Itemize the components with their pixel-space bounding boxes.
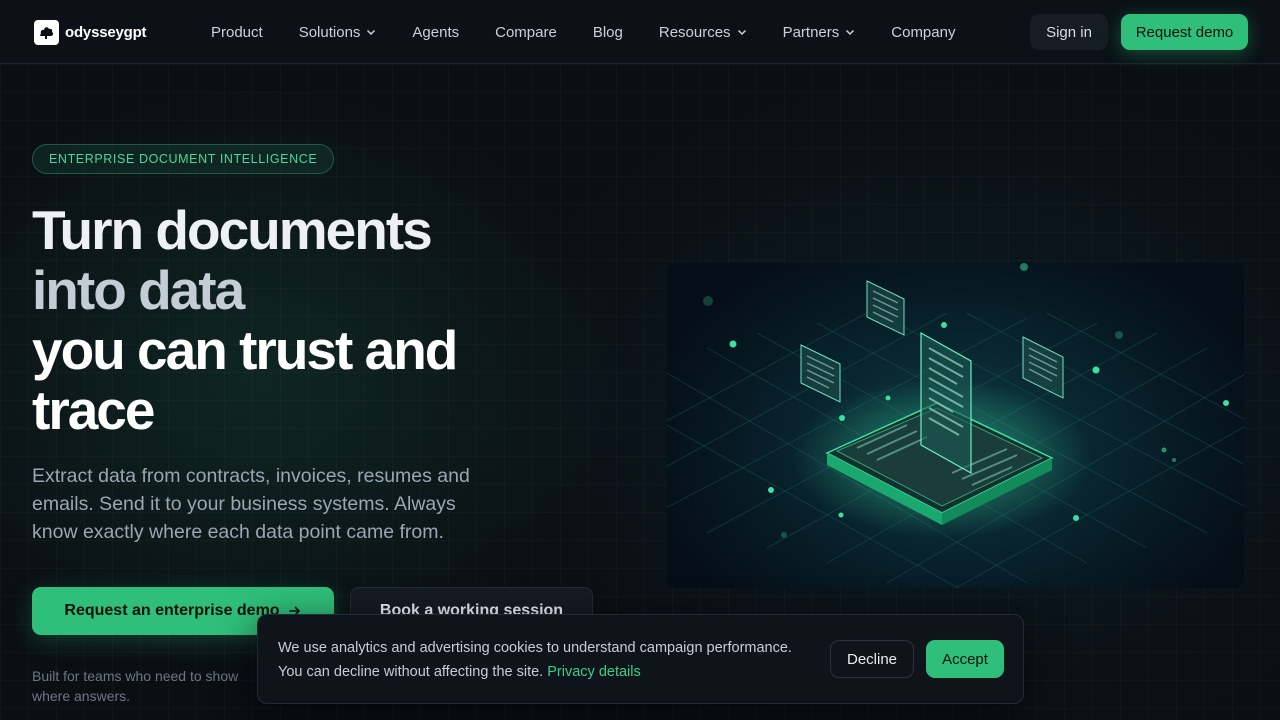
nav-item-product[interactable]: Product	[211, 24, 263, 41]
accept-button[interactable]: Accept	[926, 640, 1004, 678]
nav-links: Product Solutions Agents Compare Blog Re…	[211, 0, 991, 64]
logo-mark-icon	[34, 20, 59, 45]
nav-item-label: Partners	[782, 23, 840, 41]
nav-item-blog[interactable]: Blog	[593, 24, 623, 41]
headline-line-2: into data	[32, 259, 245, 321]
hero-subtext: Extract data from contracts, invoices, r…	[32, 465, 470, 543]
nav-item-label: Agents	[412, 23, 460, 41]
nav-item-label: Blog	[592, 23, 623, 41]
logo-text: odysseygpt	[65, 24, 147, 41]
nav-item-compare[interactable]: Compare	[495, 24, 557, 41]
chevron-down-icon	[846, 29, 855, 36]
nav-item-partners[interactable]: Partners	[783, 24, 856, 41]
document-platform-illustration	[667, 263, 1244, 588]
nav-item-solutions[interactable]: Solutions	[299, 24, 377, 41]
cookie-banner: We use analytics and advertising cookies…	[257, 614, 1024, 704]
hero-headline: Turn documents into data you can trust a…	[32, 200, 552, 440]
decline-button[interactable]: Decline	[830, 640, 914, 678]
chevron-down-icon	[367, 29, 376, 36]
nav-item-label: Compare	[495, 23, 557, 41]
hero-footnote: Built for teams who need to show where a…	[32, 668, 239, 704]
nav-item-label: Product	[211, 23, 263, 41]
nav-item-company[interactable]: Company	[891, 24, 955, 41]
nav-item-resources[interactable]: Resources	[659, 24, 747, 41]
request-demo-button[interactable]: Request demo	[1121, 14, 1248, 50]
primary-cta-label: Request an enterprise demo	[64, 602, 280, 619]
sign-in-button[interactable]: Sign in	[1030, 14, 1108, 50]
cookie-message: We use analytics and advertising cookies…	[278, 640, 792, 680]
headline-line-1: Turn documents	[32, 199, 433, 261]
headline-line-3: you can trust and	[32, 319, 458, 381]
top-nav: odysseygpt Product Solutions Agents Comp…	[0, 0, 1280, 64]
chevron-down-icon	[737, 29, 746, 36]
eyebrow-badge: ENTERPRISE DOCUMENT INTELLIGENCE	[32, 144, 335, 174]
cookie-text: We use analytics and advertising cookies…	[278, 636, 818, 684]
nav-item-label: Resources	[658, 23, 731, 41]
headline-line-4: trace	[32, 379, 155, 441]
privacy-details-link[interactable]: Privacy details	[547, 664, 640, 680]
nav-item-agents[interactable]: Agents	[412, 24, 459, 41]
nav-item-label: Company	[891, 23, 956, 41]
logo[interactable]: odysseygpt	[34, 20, 147, 45]
nav-item-label: Solutions	[298, 23, 361, 41]
hero-illustration	[667, 263, 1244, 588]
